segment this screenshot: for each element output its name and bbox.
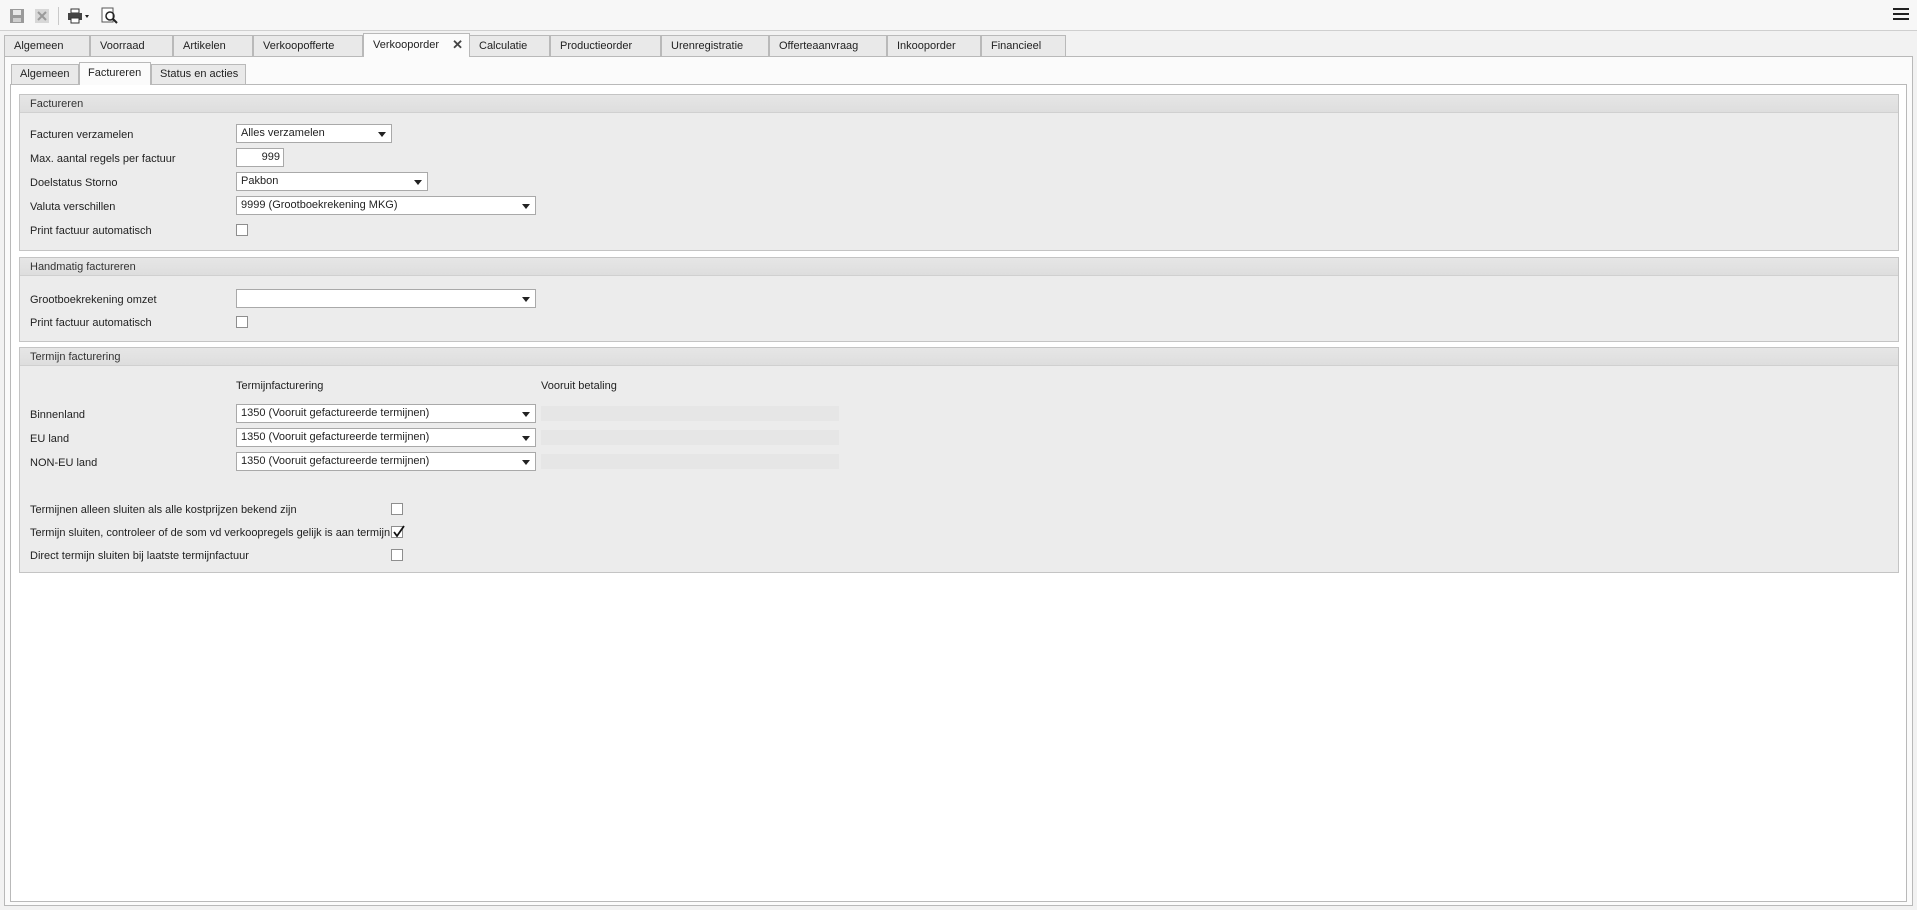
max-regels-label: Max. aantal regels per factuur: [30, 153, 176, 165]
non-eu-land-vooruit-field: [540, 453, 840, 470]
tab-voorraad[interactable]: Voorraad: [90, 35, 173, 57]
subtab-label: Status en acties: [160, 68, 239, 80]
select-value: 1350 (Vooruit gefactureerde termijnen): [241, 455, 430, 467]
subtab-algemeen[interactable]: Algemeen: [11, 64, 79, 84]
tab-label: Productieorder: [560, 40, 633, 52]
toolbar: [0, 0, 1917, 31]
max-regels-input[interactable]: 999: [236, 148, 284, 167]
subtab-status-en-acties[interactable]: Status en acties: [151, 64, 246, 84]
main-tabs: Algemeen Voorraad Artikelen Verkoopoffer…: [0, 33, 1917, 57]
section-handmatig-factureren: Handmatig factureren Grootboekrekening o…: [19, 257, 1899, 342]
dropdown-arrow-icon[interactable]: [522, 204, 530, 209]
select-value: 9999 (Grootboekrekening MKG): [241, 199, 398, 211]
subtab-label: Factureren: [88, 67, 142, 79]
facturen-verzamelen-label: Facturen verzamelen: [30, 129, 134, 141]
cancel-icon[interactable]: [33, 6, 51, 26]
section-factureren: Factureren Facturen verzamelen Alles ver…: [19, 94, 1899, 251]
tab-label: Urenregistratie: [671, 40, 744, 52]
valuta-verschillen-label: Valuta verschillen: [30, 201, 116, 213]
col-header-vooruit-betaling: Vooruit betaling: [541, 380, 617, 392]
print-factuur-checkbox[interactable]: [236, 224, 248, 236]
termijn-som-checkbox[interactable]: [391, 525, 405, 538]
section-termijn-facturering: Termijn facturering Termijnfacturering V…: [19, 347, 1899, 573]
termijn-option-label: Termijnen alleen sluiten als alle kostpr…: [30, 504, 297, 516]
non-eu-land-label: NON-EU land: [30, 457, 98, 469]
select-value: Pakbon: [241, 175, 279, 187]
tab-offerteaanvraag[interactable]: Offerteaanvraag: [769, 35, 887, 57]
dropdown-arrow-icon[interactable]: [414, 180, 422, 185]
tab-label: Offerteaanvraag: [779, 40, 859, 52]
content-frame: Factureren Facturen verzamelen Alles ver…: [10, 84, 1907, 902]
tab-label: Calculatie: [479, 40, 528, 52]
direct-termijn-sluiten-checkbox[interactable]: [391, 549, 403, 561]
print-factuur-label: Print factuur automatisch: [30, 225, 152, 237]
tab-label: Artikelen: [183, 40, 226, 52]
dropdown-arrow-icon[interactable]: [522, 297, 530, 302]
section-title: Handmatig factureren: [20, 258, 1898, 276]
termijn-option-label: Termijn sluiten, controleer of de som vd…: [30, 527, 391, 539]
termijn-kostprijzen-checkbox[interactable]: [391, 503, 403, 515]
non-eu-land-select[interactable]: 1350 (Vooruit gefactureerde termijnen): [236, 452, 536, 471]
dropdown-arrow-icon[interactable]: [378, 132, 386, 137]
tab-productieorder[interactable]: Productieorder: [550, 35, 661, 57]
tab-label: Financieel: [991, 40, 1042, 52]
save-icon[interactable]: [8, 6, 26, 26]
select-value: 1350 (Vooruit gefactureerde termijnen): [241, 407, 430, 419]
eu-land-label: EU land: [30, 433, 70, 445]
dropdown-arrow-icon[interactable]: [522, 412, 530, 417]
tab-label: Inkooporder: [897, 40, 956, 52]
tab-label: Verkoopofferte: [263, 40, 335, 52]
print-icon[interactable]: [66, 6, 92, 26]
print-factuur-checkbox[interactable]: [236, 316, 248, 328]
valuta-verschillen-select[interactable]: 9999 (Grootboekrekening MKG): [236, 196, 536, 215]
doelstatus-storno-label: Doelstatus Storno: [30, 177, 118, 189]
binnenland-vooruit-field: [540, 405, 840, 422]
tab-urenregistratie[interactable]: Urenregistratie: [661, 35, 769, 57]
toolbar-separator: [58, 7, 59, 25]
subtab-label: Algemeen: [20, 68, 70, 80]
col-header-termijnfacturering: Termijnfacturering: [236, 380, 324, 392]
select-value: Alles verzamelen: [241, 127, 325, 139]
termijn-option-label: Direct termijn sluiten bij laatste termi…: [30, 550, 249, 562]
grootboekrekening-omzet-label: Grootboekrekening omzet: [30, 294, 157, 306]
binnenland-label: Binnenland: [30, 409, 86, 421]
main-panel: Algemeen Factureren Status en acties Fac…: [4, 56, 1913, 906]
tab-verkoopofferte[interactable]: Verkoopofferte: [253, 35, 363, 57]
tab-inkooporder[interactable]: Inkooporder: [887, 35, 981, 57]
tab-financieel[interactable]: Financieel: [981, 35, 1066, 57]
section-title: Termijn facturering: [20, 348, 1898, 366]
tab-algemeen[interactable]: Algemeen: [4, 35, 90, 57]
tab-artikelen[interactable]: Artikelen: [173, 35, 253, 57]
close-tab-icon[interactable]: ✕: [452, 34, 463, 56]
tab-verkooporder[interactable]: Verkooporder ✕: [363, 33, 470, 57]
section-title: Factureren: [20, 95, 1898, 113]
facturen-verzamelen-select[interactable]: Alles verzamelen: [236, 124, 392, 143]
binnenland-select[interactable]: 1350 (Vooruit gefactureerde termijnen): [236, 404, 536, 423]
tab-calculatie[interactable]: Calculatie: [469, 35, 550, 57]
tab-label: Verkooporder: [373, 39, 440, 51]
print-factuur-label: Print factuur automatisch: [30, 317, 152, 329]
grootboekrekening-omzet-select[interactable]: [236, 289, 536, 308]
hamburger-menu-icon[interactable]: [1893, 8, 1909, 22]
checkmark-icon: [393, 525, 405, 538]
tab-label: Voorraad: [100, 40, 145, 52]
dropdown-arrow-icon[interactable]: [522, 460, 530, 465]
doelstatus-storno-select[interactable]: Pakbon: [236, 172, 428, 191]
subtab-factureren[interactable]: Factureren: [79, 62, 151, 85]
eu-land-vooruit-field: [540, 429, 840, 446]
eu-land-select[interactable]: 1350 (Vooruit gefactureerde termijnen): [236, 428, 536, 447]
tab-label: Algemeen: [14, 40, 64, 52]
print-preview-icon[interactable]: [100, 6, 120, 26]
dropdown-arrow-icon[interactable]: [522, 436, 530, 441]
select-value: 1350 (Vooruit gefactureerde termijnen): [241, 431, 430, 443]
